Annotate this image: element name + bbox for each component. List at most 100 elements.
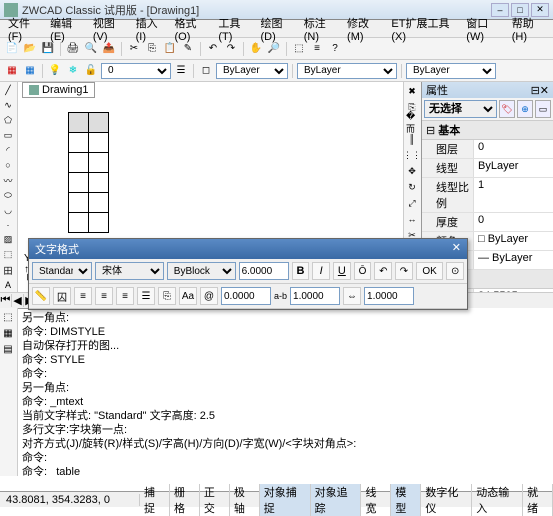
field-icon[interactable]: ⎘ (158, 287, 176, 305)
color-swatch-icon[interactable]: ◻ (198, 63, 214, 79)
undo-icon[interactable]: ↶ (205, 41, 221, 57)
menu-D[interactable]: 绘图(D) (257, 14, 298, 44)
scale-icon[interactable]: ⤢ (405, 196, 419, 210)
tab-first-icon[interactable]: ⏮ (0, 294, 12, 307)
status-就绪[interactable]: 就绪 (523, 484, 553, 516)
menu-E[interactable]: 编辑(E) (46, 14, 87, 44)
stretch-icon[interactable]: ↔ (405, 212, 419, 226)
options-icon[interactable]: ⊙ (446, 262, 464, 280)
overline-button[interactable]: Ō (354, 262, 372, 280)
rotate-icon[interactable]: ↻ (405, 180, 419, 194)
cmd-icon-a[interactable]: ⬚ (1, 310, 15, 324)
polygon-icon[interactable]: ⬠ (1, 114, 15, 127)
hatch-icon[interactable]: ▨ (1, 233, 15, 246)
cmd-icon-b[interactable]: ▦ (1, 326, 15, 340)
align-menu-icon[interactable]: 囚 (53, 287, 71, 305)
prop-row[interactable]: 线型ByLayer (422, 159, 553, 178)
arc-icon[interactable]: ◜ (1, 144, 15, 157)
status-数字化仪[interactable]: 数字化仪 (421, 484, 472, 516)
menu-W[interactable]: 窗口(W) (462, 14, 505, 44)
lineweight-combo[interactable]: ByLayer (406, 63, 496, 79)
menu-V[interactable]: 视图(V) (89, 14, 130, 44)
undo-text-button[interactable]: ↶ (374, 262, 392, 280)
match-icon[interactable]: ✎ (180, 41, 196, 57)
pline-icon[interactable]: ∿ (1, 99, 15, 112)
color-combo[interactable]: ByLayer (216, 63, 288, 79)
save-icon[interactable]: 💾 (40, 41, 56, 57)
linetype-combo[interactable]: ByLayer (297, 63, 397, 79)
array-icon[interactable]: ⋮⋮ (405, 148, 419, 162)
status-极轴[interactable]: 极轴 (230, 484, 260, 516)
copy-icon[interactable]: ⎘ (144, 41, 160, 57)
justify-right-icon[interactable]: ≡ (116, 287, 134, 305)
mtext-icon[interactable]: A (1, 279, 15, 291)
document-tab[interactable]: Drawing1 (22, 82, 95, 98)
status-对象追踪[interactable]: 对象追踪 (311, 484, 362, 516)
erase-icon[interactable]: ✖ (405, 84, 419, 98)
tab-prev-icon[interactable]: ◀ (12, 294, 24, 307)
cmd-icon-c[interactable]: ▤ (1, 342, 15, 356)
text-style-combo[interactable]: Standard (32, 262, 92, 280)
status-正交[interactable]: 正交 (200, 484, 230, 516)
selection-combo[interactable]: 无选择 (424, 100, 497, 118)
status-捕捉[interactable]: 捕捉 (140, 484, 170, 516)
menu-F[interactable]: 文件(F) (4, 14, 44, 44)
status-动态输入[interactable]: 动态输入 (472, 484, 523, 516)
redo-text-button[interactable]: ↷ (395, 262, 413, 280)
status-栅格[interactable]: 栅格 (170, 484, 200, 516)
prop-category[interactable]: 基本 (422, 121, 553, 140)
dialog-close-icon[interactable]: ✕ (452, 241, 461, 257)
paste-icon[interactable]: 📋 (162, 41, 178, 57)
italic-button[interactable]: I (312, 262, 330, 280)
preview-icon[interactable]: 🔍 (83, 41, 99, 57)
bold-button[interactable]: B (292, 262, 310, 280)
status-对象捕捉[interactable]: 对象捕捉 (260, 484, 311, 516)
lock-icon[interactable]: 🔓 (83, 63, 99, 79)
layer-mgr-icon[interactable]: ☰ (173, 63, 189, 79)
zoom-icon[interactable]: 🔎 (266, 41, 282, 57)
symbol-icon[interactable]: @ (200, 287, 218, 305)
table-icon[interactable]: 田 (1, 263, 15, 277)
spline-icon[interactable]: 〰 (1, 173, 15, 187)
quickselect-icon[interactable]: 🏷 (499, 100, 515, 118)
help-icon[interactable]: ? (327, 41, 343, 57)
justify-center-icon[interactable]: ≡ (95, 287, 113, 305)
bulb-icon[interactable]: 💡 (47, 63, 63, 79)
oblique-input[interactable] (221, 287, 271, 305)
text-height-input[interactable] (239, 262, 289, 280)
freeze-icon[interactable]: ❄ (65, 63, 81, 79)
menu-O[interactable]: 格式(O) (171, 14, 213, 44)
panel-close-icon[interactable]: ✕ (540, 84, 549, 97)
ellipse-icon[interactable]: ⬭ (1, 189, 15, 202)
region-icon[interactable]: ⬚ (1, 248, 15, 261)
font-combo[interactable]: 宋体 (95, 262, 164, 280)
menu-N[interactable]: 标注(N) (300, 14, 341, 44)
menu-I[interactable]: 插入(I) (132, 14, 169, 44)
tool-b-icon[interactable]: ≡ (309, 41, 325, 57)
select-objects-icon[interactable]: ▭ (535, 100, 551, 118)
command-window[interactable]: 另一角点:命令: DIMSTYLE自动保存打开的图...命令: STYLE命令:… (18, 308, 360, 476)
pickadd-icon[interactable]: ⊕ (517, 100, 533, 118)
uppercase-icon[interactable]: Aa (179, 287, 197, 305)
tool-a-icon[interactable]: ⬚ (291, 41, 307, 57)
justify-left-icon[interactable]: ≡ (74, 287, 92, 305)
circle-icon[interactable]: ○ (1, 159, 15, 171)
menu-M[interactable]: 修改(M) (343, 14, 385, 44)
menu-H[interactable]: 帮助(H) (508, 14, 549, 44)
panel-pin-icon[interactable]: ⊟ (531, 84, 540, 97)
publish-icon[interactable]: 📤 (101, 41, 117, 57)
width-factor-input[interactable] (364, 287, 414, 305)
text-color-combo[interactable]: ByBlock (167, 262, 236, 280)
open-icon[interactable]: 📂 (22, 41, 38, 57)
layer-blue-icon[interactable]: ▦ (22, 63, 38, 79)
ruler-icon[interactable]: 📏 (32, 287, 50, 305)
pan-icon[interactable]: ✋ (248, 41, 264, 57)
prop-row[interactable]: 线型比例1 (422, 178, 553, 213)
move-icon[interactable]: ✥ (405, 164, 419, 178)
menu-T[interactable]: 工具(T) (214, 14, 254, 44)
offset-icon[interactable]: ║ (405, 132, 419, 146)
status-线宽[interactable]: 线宽 (361, 484, 391, 516)
redo-icon[interactable]: ↷ (223, 41, 239, 57)
tracking-input[interactable] (290, 287, 340, 305)
underline-button[interactable]: U (333, 262, 351, 280)
